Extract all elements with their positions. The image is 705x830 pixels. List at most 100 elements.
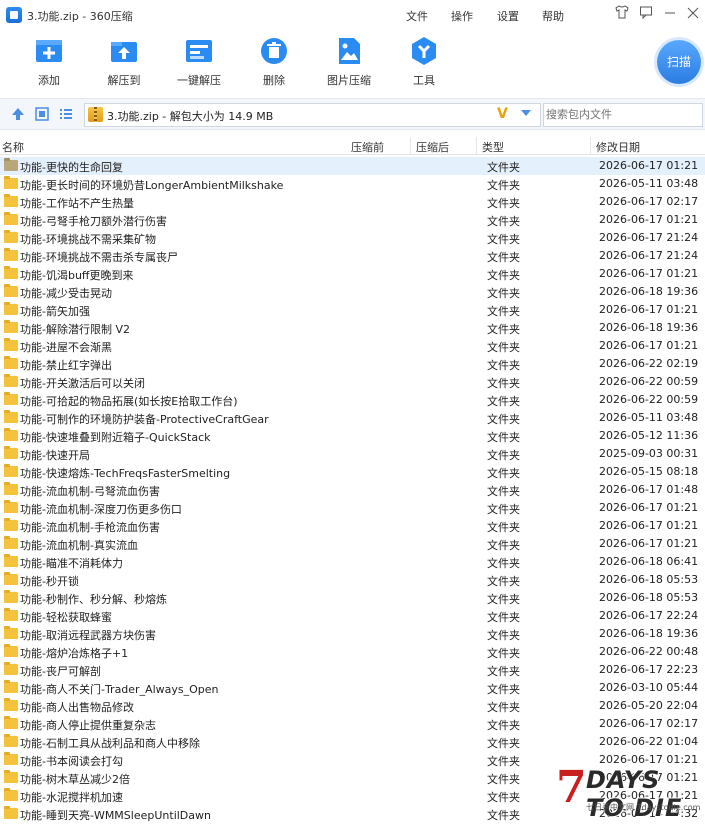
table-row[interactable]: 功能-箭矢加强 文件夹 2026-06-17 01:21 bbox=[0, 301, 705, 319]
table-row[interactable]: 功能-可制作的环境防护装备-ProtectiveCraftGear 文件夹 2026… bbox=[0, 409, 705, 427]
file-name: 功能-流血机制-手枪流血伤害 bbox=[20, 521, 160, 534]
table-row[interactable]: 功能-快速熔炼-TechFreqsFasterSmelting 文件夹 2026-0… bbox=[0, 463, 705, 481]
column-compressed[interactable]: 压缩前 bbox=[351, 139, 384, 155]
file-name: 功能-解除潜行限制 V2 bbox=[20, 323, 130, 336]
list-view-icon[interactable] bbox=[59, 107, 73, 121]
folder-icon bbox=[4, 212, 18, 225]
verified-icon: V bbox=[497, 106, 508, 122]
table-row[interactable]: 功能-更快的生命回复 文件夹 2026-06-17 01:21 bbox=[0, 157, 705, 175]
table-row[interactable]: 功能-环境挑战不需采集矿物 文件夹 2026-06-17 21:24 bbox=[0, 229, 705, 247]
table-row[interactable]: 功能-开关激活后可以关闭 文件夹 2026-06-22 00:59 bbox=[0, 373, 705, 391]
folder-icon bbox=[4, 446, 18, 459]
thumbnail-view-icon[interactable] bbox=[35, 107, 49, 121]
add-button[interactable]: 添加 bbox=[14, 36, 84, 88]
table-row[interactable]: 功能-瞄准不消耗体力 文件夹 2026-06-18 06:41 bbox=[0, 553, 705, 571]
scan-button[interactable]: 扫描 bbox=[657, 40, 701, 84]
table-row[interactable]: 功能-弓弩手枪刀额外潜行伤害 文件夹 2026-06-17 01:21 bbox=[0, 211, 705, 229]
file-date: 2026-06-18 05:53 bbox=[599, 591, 699, 604]
file-name: 功能-商人不关门-Trader_Always_Open bbox=[20, 683, 219, 696]
file-type: 文件夹 bbox=[487, 251, 520, 264]
file-name: 功能-流血机制-真实流血 bbox=[20, 539, 138, 552]
column-divider[interactable] bbox=[410, 137, 411, 154]
watermark-subtitle: 七日杀中文网 7daystodie.com bbox=[586, 803, 701, 812]
table-row[interactable]: 功能-流血机制-手枪流血伤害 文件夹 2026-06-17 01:21 bbox=[0, 517, 705, 535]
close-icon[interactable] bbox=[683, 5, 703, 25]
chevron-down-icon[interactable] bbox=[521, 110, 531, 116]
table-row[interactable]: 功能-饥渴buff更晚到来 文件夹 2026-06-17 01:21 bbox=[0, 265, 705, 283]
file-name: 功能-流血机制-深度刀伤更多伤口 bbox=[20, 503, 182, 516]
watermark-seven: 7 bbox=[556, 762, 587, 813]
minimize-icon[interactable] bbox=[660, 5, 680, 25]
column-type[interactable]: 类型 bbox=[482, 139, 504, 155]
file-name: 功能-减少受击晃动 bbox=[20, 287, 112, 300]
file-type: 文件夹 bbox=[487, 377, 520, 390]
up-level-icon[interactable] bbox=[11, 107, 25, 121]
tools-button[interactable]: 工具 bbox=[389, 36, 459, 88]
file-date: 2026-05-15 08:18 bbox=[599, 465, 699, 478]
table-row[interactable]: 功能-流血机制-深度刀伤更多伤口 文件夹 2026-06-17 01:21 bbox=[0, 499, 705, 517]
table-row[interactable]: 功能-进屋不会渐黑 文件夹 2026-06-17 01:21 bbox=[0, 337, 705, 355]
table-row[interactable]: 功能-禁止红字弹出 文件夹 2026-06-22 02:19 bbox=[0, 355, 705, 373]
table-row[interactable]: 功能-更长时间的环境奶昔LongerAmbientMilkshake 文件夹 202… bbox=[0, 175, 705, 193]
file-date: 2026-06-22 00:59 bbox=[599, 393, 699, 406]
table-row[interactable]: 功能-流血机制-真实流血 文件夹 2026-06-17 01:21 bbox=[0, 535, 705, 553]
extract-to-icon bbox=[111, 42, 137, 62]
menu-help[interactable]: 帮助 bbox=[542, 8, 564, 24]
extract-to-button[interactable]: 解压到 bbox=[89, 36, 159, 88]
file-date: 2026-06-17 01:21 bbox=[599, 159, 699, 172]
column-after[interactable]: 压缩后 bbox=[416, 139, 449, 155]
table-row[interactable]: 功能-可拾起的物品拓展(如长按E拾取工作台) 文件夹 2026-06-22 00:5… bbox=[0, 391, 705, 409]
table-row[interactable]: 功能-丧尸可解剖 文件夹 2026-06-17 22:23 bbox=[0, 661, 705, 679]
delete-button[interactable]: 删除 bbox=[239, 36, 309, 88]
file-name: 功能-快速熔炼-TechFreqsFasterSmelting bbox=[20, 467, 231, 480]
file-date: 2026-06-17 02:17 bbox=[599, 195, 699, 208]
column-divider[interactable] bbox=[590, 137, 591, 154]
file-type: 文件夹 bbox=[487, 557, 520, 570]
file-name: 功能-可制作的环境防护装备-ProtectiveCraftGear bbox=[20, 413, 269, 426]
table-row[interactable]: 功能-工作站不产生热量 文件夹 2026-06-17 02:17 bbox=[0, 193, 705, 211]
table-row[interactable]: 功能-快速开局 文件夹 2025-09-03 00:31 bbox=[0, 445, 705, 463]
menu-settings[interactable]: 设置 bbox=[497, 8, 519, 24]
file-type: 文件夹 bbox=[487, 701, 520, 714]
table-row[interactable]: 功能-石制工具从战利品和商人中移除 文件夹 2026-06-22 01:04 bbox=[0, 733, 705, 751]
table-row[interactable]: 功能-取消远程武器方块伤害 文件夹 2026-06-18 19:36 bbox=[0, 625, 705, 643]
tools-icon bbox=[412, 37, 436, 65]
add-label: 添加 bbox=[38, 74, 60, 87]
tools-label: 工具 bbox=[413, 74, 435, 87]
search-box[interactable] bbox=[543, 103, 703, 127]
file-name: 功能-饥渴buff更晚到来 bbox=[20, 269, 134, 282]
menu-operate[interactable]: 操作 bbox=[451, 8, 473, 24]
folder-icon bbox=[4, 536, 18, 549]
file-list[interactable]: 功能-更快的生命回复 文件夹 2026-06-17 01:21 功能-更长时间的环境奶… bbox=[0, 157, 705, 830]
table-row[interactable]: 功能-减少受击晃动 文件夹 2026-06-18 19:36 bbox=[0, 283, 705, 301]
column-modified[interactable]: 修改日期 bbox=[596, 139, 640, 155]
table-row[interactable]: 功能-熔炉冶炼格子+1 文件夹 2026-06-22 00:48 bbox=[0, 643, 705, 661]
folder-icon bbox=[4, 248, 18, 261]
table-row[interactable]: 功能-商人不关门-Trader_Always_Open 文件夹 2026-03-10… bbox=[0, 679, 705, 697]
search-input[interactable] bbox=[544, 104, 696, 124]
file-name: 功能-开关激活后可以关闭 bbox=[20, 377, 145, 390]
one-click-extract-button[interactable]: 一键解压 bbox=[164, 36, 234, 88]
column-name[interactable]: 名称 bbox=[2, 139, 24, 155]
image-compress-icon bbox=[339, 38, 360, 64]
table-row[interactable]: 功能-秒制作、秒分解、秒熔炼 文件夹 2026-06-18 05:53 bbox=[0, 589, 705, 607]
file-type: 文件夹 bbox=[487, 593, 520, 606]
table-row[interactable]: 功能-快速堆叠到附近箱子-QuickStack 文件夹 2026-05-12 11:… bbox=[0, 427, 705, 445]
table-row[interactable]: 功能-商人出售物品修改 文件夹 2026-05-20 22:04 bbox=[0, 697, 705, 715]
column-divider[interactable] bbox=[476, 137, 477, 154]
table-row[interactable]: 功能-商人停止提供重复杂志 文件夹 2026-06-17 02:17 bbox=[0, 715, 705, 733]
table-row[interactable]: 功能-秒开锁 文件夹 2026-06-18 05:53 bbox=[0, 571, 705, 589]
file-type: 文件夹 bbox=[487, 161, 520, 174]
file-name: 功能-环境挑战不需击杀专属丧尸 bbox=[20, 251, 178, 264]
menu-file[interactable]: 文件 bbox=[406, 8, 428, 24]
image-compress-button[interactable]: 图片压缩 bbox=[314, 36, 384, 88]
feedback-icon[interactable] bbox=[636, 5, 656, 25]
folder-icon bbox=[4, 716, 18, 729]
table-row[interactable]: 功能-环境挑战不需击杀专属丧尸 文件夹 2026-06-17 21:24 bbox=[0, 247, 705, 265]
skin-icon[interactable] bbox=[612, 5, 632, 25]
table-row[interactable]: 功能-流血机制-弓弩流血伤害 文件夹 2026-06-17 01:48 bbox=[0, 481, 705, 499]
table-row[interactable]: 功能-解除潜行限制 V2 文件夹 2026-06-18 19:36 bbox=[0, 319, 705, 337]
file-date: 2026-05-11 03:48 bbox=[599, 177, 699, 190]
table-row[interactable]: 功能-轻松获取蜂蜜 文件夹 2026-06-17 22:24 bbox=[0, 607, 705, 625]
path-field[interactable]: 3.功能.zip - 解包大小为 14.9 MB V bbox=[84, 103, 541, 127]
